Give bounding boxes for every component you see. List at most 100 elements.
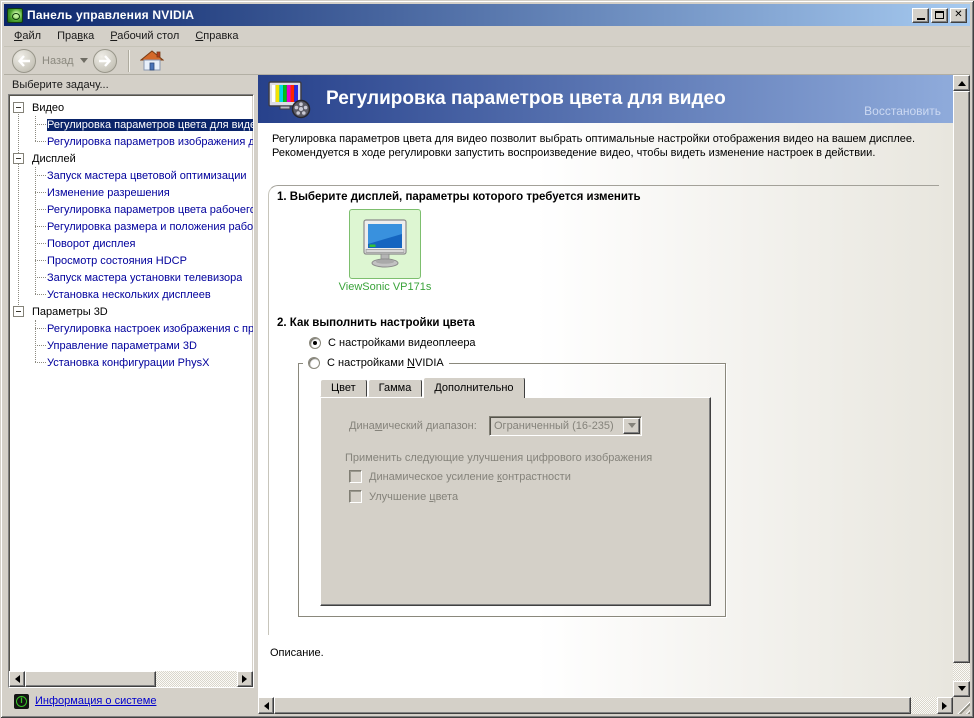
restore-link[interactable]: Восстановить	[864, 104, 941, 118]
scroll-right-button[interactable]	[937, 697, 953, 714]
display-name-label: ViewSonic VP171s	[333, 281, 437, 293]
tree-item-video-image[interactable]: Регулировка параметров изображения для в…	[9, 133, 253, 150]
dynamic-range-value: Ограниченный (16-235)	[490, 420, 623, 432]
main-panel: Регулировка параметров цвета для видео В…	[258, 75, 970, 714]
tab-gamma[interactable]: Гамма	[368, 379, 423, 397]
scrollbar-thumb[interactable]	[953, 91, 970, 663]
tree-item-rotation[interactable]: Поворот дисплея	[9, 235, 253, 252]
task-sidebar: Выберите задачу... Видео Регулировка пар…	[4, 75, 258, 714]
tree-item-physx[interactable]: Установка конфигурации PhysX	[9, 354, 253, 371]
navigation-toolbar: Назад	[4, 47, 970, 75]
home-button[interactable]	[140, 50, 164, 72]
collapse-icon[interactable]	[13, 102, 24, 113]
scrollbar-track[interactable]	[953, 91, 970, 681]
tree-item-tv-wizard[interactable]: Запуск мастера установки телевизора	[9, 269, 253, 286]
tree-item-label: Регулировка параметров цвета для видео	[47, 119, 253, 131]
scrollbar-track[interactable]	[274, 697, 937, 714]
menu-item-help[interactable]: Справка	[187, 27, 246, 45]
toolbar-separator	[128, 50, 129, 72]
tree-item-video-color[interactable]: Регулировка параметров цвета для видео	[9, 116, 253, 133]
video-color-icon	[268, 79, 314, 119]
tab-color[interactable]: Цвет	[320, 379, 367, 397]
tree-item-label: Регулировка параметров цвета рабочего ст…	[47, 204, 253, 216]
tree-item-hdcp[interactable]: Просмотр состояния HDCP	[9, 252, 253, 269]
close-button[interactable]: ✕	[950, 8, 967, 23]
app-window: Панель управления NVIDIA ✕ Файл Правка Р…	[0, 0, 974, 718]
scroll-left-button[interactable]	[258, 697, 274, 714]
tree-item-desktop-color[interactable]: Регулировка параметров цвета рабочего ст…	[9, 201, 253, 218]
scroll-down-button[interactable]	[953, 681, 970, 697]
tree-item-label: Установка нескольких дисплеев	[47, 289, 211, 301]
tab-advanced[interactable]: Дополнительно	[423, 377, 524, 398]
tree-group-display[interactable]: Дисплей	[9, 150, 253, 167]
tree-item-label: Управление параметрами 3D	[47, 340, 197, 352]
main-vertical-scrollbar[interactable]	[953, 75, 970, 697]
menu-item-file[interactable]: Файл	[6, 27, 49, 45]
tree-item-size-position[interactable]: Регулировка размера и положения рабочего…	[9, 218, 253, 235]
tree-item-image-preview[interactable]: Регулировка настроек изображения с просм…	[9, 320, 253, 337]
settings-tab-strip: Цвет Гамма Дополнительно	[320, 377, 725, 397]
tree-group-label: Дисплей	[32, 153, 76, 165]
checkbox-row-color: Улучшение цвета	[349, 490, 458, 503]
task-tree: Видео Регулировка параметров цвета для в…	[8, 94, 254, 688]
main-column: Регулировка параметров цвета для видео В…	[258, 75, 953, 714]
checkbox-row-contrast: Динамическое усиление контрастности	[349, 470, 571, 483]
collapse-icon[interactable]	[13, 153, 24, 164]
back-button[interactable]	[12, 49, 36, 73]
scroll-up-button[interactable]	[953, 75, 970, 91]
tree-horizontal-scrollbar[interactable]	[9, 671, 253, 687]
monitor-icon	[360, 218, 410, 270]
arrow-left-icon	[260, 702, 269, 710]
scroll-left-button[interactable]	[9, 671, 25, 687]
radio-row-player: С настройками видеоплеера	[309, 337, 939, 349]
dynamic-range-row: Динамический диапазон: Ограниченный (16-…	[349, 416, 642, 436]
display-picker: ViewSonic VP171s	[333, 209, 437, 293]
window-controls: ✕	[912, 8, 967, 23]
tree-item-label: Изменение разрешения	[47, 187, 170, 199]
checkbox-color-enhance[interactable]	[349, 490, 362, 503]
window-body: Выберите задачу... Видео Регулировка пар…	[4, 75, 970, 714]
settings-section: 1. Выберите дисплей, параметры которого …	[268, 185, 939, 635]
system-info-row: Информация о системе	[8, 688, 254, 714]
menu-item-edit[interactable]: Правка	[49, 27, 102, 45]
radio-nvidia-settings[interactable]	[308, 357, 320, 369]
menu-item-desktop[interactable]: Рабочий стол	[102, 27, 187, 45]
scrollbar-track[interactable]	[25, 671, 237, 687]
minimize-icon	[917, 18, 925, 20]
nvidia-settings-group: С настройками NVIDIA Цвет Гамма Дополнит…	[298, 357, 726, 617]
collapse-icon[interactable]	[13, 306, 24, 317]
system-info-link[interactable]: Информация о системе	[35, 695, 156, 707]
section1-title: 1. Выберите дисплей, параметры которого …	[277, 191, 939, 203]
arrow-up-icon	[958, 77, 966, 86]
title-bar: Панель управления NVIDIA ✕	[4, 4, 970, 26]
radio-player-label: С настройками видеоплеера	[328, 337, 476, 349]
scrollbar-thumb[interactable]	[274, 697, 911, 714]
scrollbar-thumb[interactable]	[25, 671, 156, 687]
tree-item-label: Поворот дисплея	[47, 238, 135, 250]
tree-item-label: Просмотр состояния HDCP	[47, 255, 187, 267]
back-history-dropdown[interactable]	[80, 58, 88, 67]
tree-item-multi-display[interactable]: Установка нескольких дисплеев	[9, 286, 253, 303]
checkbox-color-label: Улучшение цвета	[369, 491, 458, 503]
resize-grip[interactable]	[953, 697, 970, 714]
tree-group-video[interactable]: Видео	[9, 99, 253, 116]
tree-item-label: Регулировка размера и положения рабочего…	[47, 221, 253, 233]
main-horizontal-scrollbar[interactable]	[258, 697, 953, 714]
page-content: Регулировка параметров цвета для видео п…	[258, 123, 953, 697]
dynamic-range-select[interactable]: Ограниченный (16-235)	[489, 416, 642, 436]
dynamic-range-label: Динамический диапазон:	[349, 420, 489, 432]
arrow-right-icon	[242, 675, 251, 683]
tree-group-3d[interactable]: Параметры 3D	[9, 303, 253, 320]
scroll-right-button[interactable]	[237, 671, 253, 687]
tree-item-resolution[interactable]: Изменение разрешения	[9, 184, 253, 201]
maximize-button[interactable]	[931, 8, 948, 23]
minimize-button[interactable]	[912, 8, 929, 23]
maximize-icon	[935, 11, 944, 19]
tree-item-color-wizard[interactable]: Запуск мастера цветовой оптимизации	[9, 167, 253, 184]
combo-dropdown-button[interactable]	[623, 418, 640, 434]
radio-player-settings[interactable]	[309, 337, 321, 349]
display-tile-viewsonic[interactable]	[349, 209, 421, 279]
checkbox-dynamic-contrast[interactable]	[349, 470, 362, 483]
forward-button[interactable]	[93, 49, 117, 73]
tree-item-3d-settings[interactable]: Управление параметрами 3D	[9, 337, 253, 354]
